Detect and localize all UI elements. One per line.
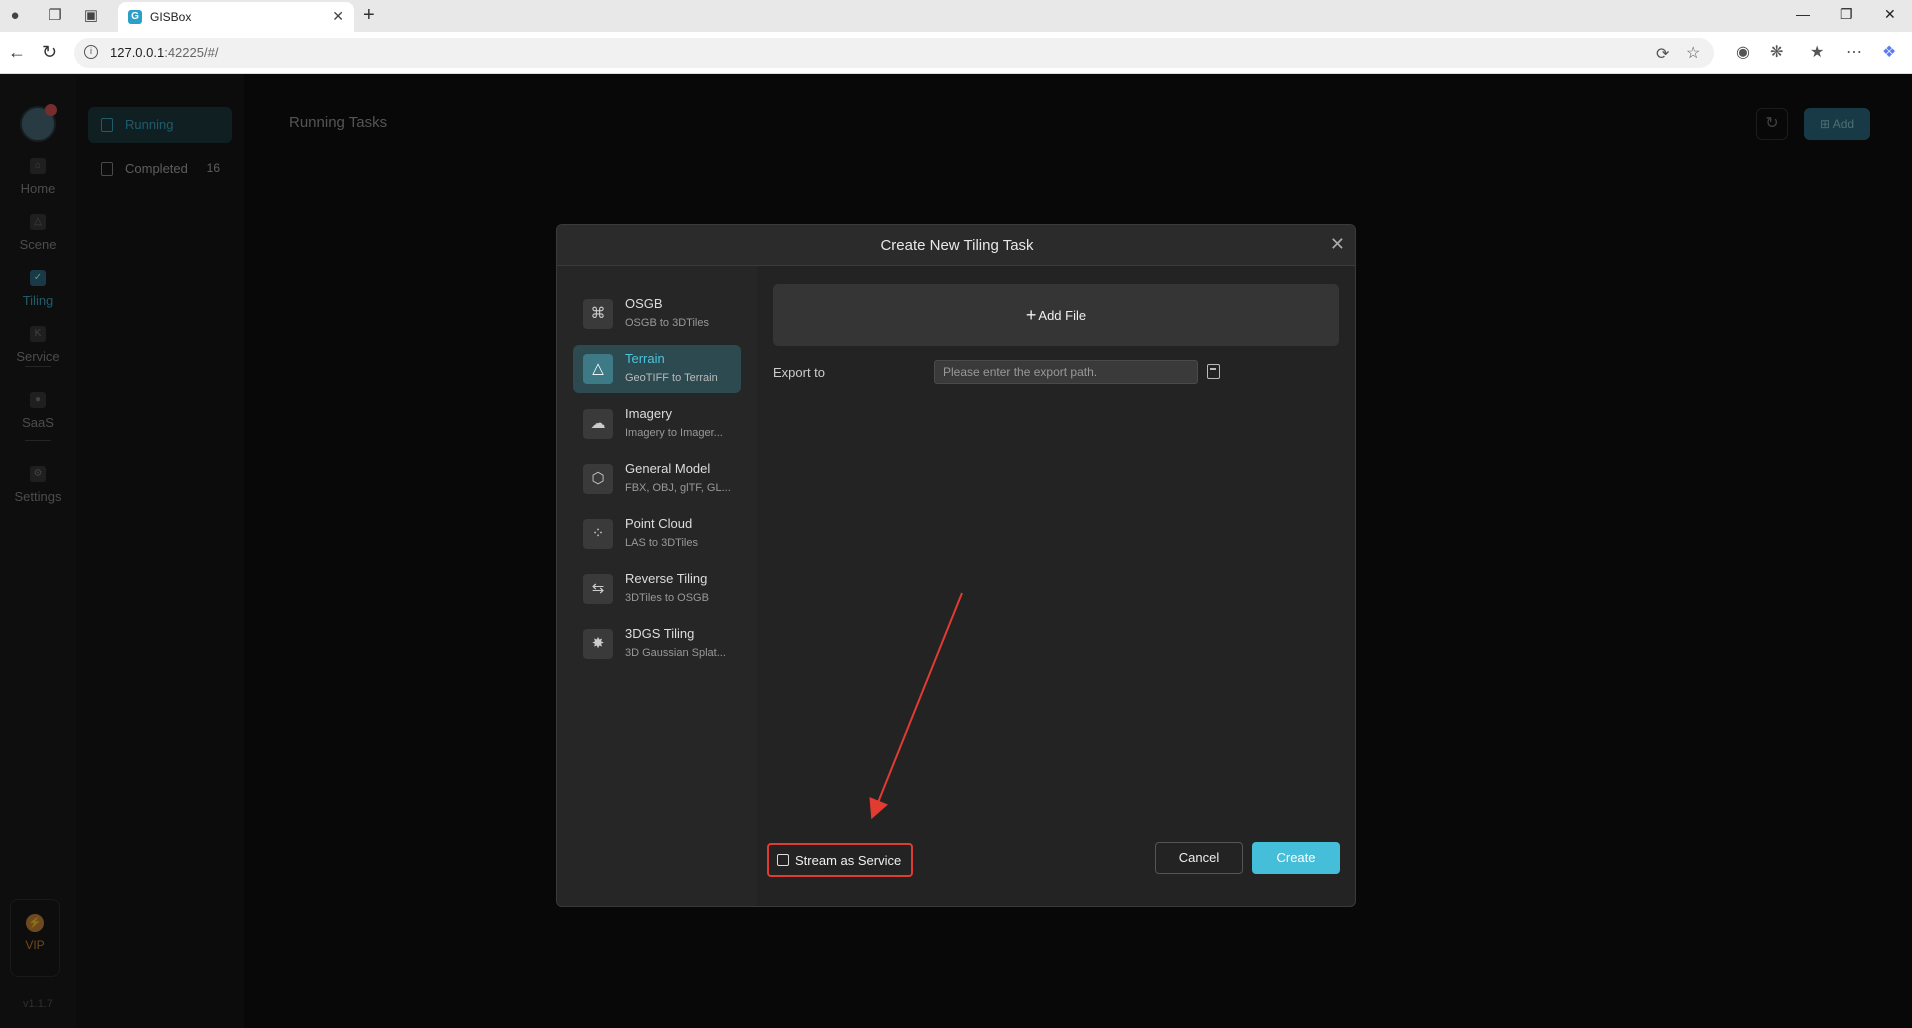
browser-tab-bar: ● ❐ ▣ G GISBox ✕ + — ❐ ✕ [0, 0, 1912, 32]
type-item-terrain[interactable]: △ Terrain GeoTIFF to Terrain [573, 345, 741, 393]
type-desc: GeoTIFF to Terrain [625, 372, 718, 384]
extension-green-icon[interactable]: ◉ [1736, 42, 1750, 62]
gaussian-icon: ✸ [583, 629, 613, 659]
window-close-icon[interactable]: ✕ [1884, 6, 1896, 23]
type-item-3dgs-tiling[interactable]: ✸ 3DGS Tiling 3D Gaussian Splat... [573, 620, 741, 668]
create-tiling-task-dialog: Create New Tiling Task ✕ ⌘ OSGB OSGB to … [556, 224, 1356, 907]
type-item-imagery[interactable]: ☁ Imagery Imagery to Imager... [573, 400, 741, 448]
type-item-osgb[interactable]: ⌘ OSGB OSGB to 3DTiles [573, 290, 741, 338]
browser-tab[interactable]: G GISBox ✕ [118, 2, 354, 32]
stream-as-service-label[interactable]: Stream as Service [795, 853, 901, 868]
dialog-title: Create New Tiling Task [880, 237, 1034, 254]
reload-icon[interactable]: ↻ [42, 42, 57, 63]
imagery-icon: ☁ [583, 409, 613, 439]
folder-browse-icon[interactable] [1207, 364, 1220, 379]
extensions-icon[interactable]: ❋ [1770, 42, 1783, 62]
type-item-point-cloud[interactable]: ⁘ Point Cloud LAS to 3DTiles [573, 510, 741, 558]
add-file-label: Add File [1038, 308, 1087, 323]
type-name: Imagery [625, 406, 672, 421]
type-desc: FBX, OBJ, glTF, GL... [625, 482, 731, 494]
new-tab-icon[interactable]: + [363, 4, 375, 27]
type-desc: LAS to 3DTiles [625, 537, 698, 549]
stream-as-service-checkbox[interactable] [777, 854, 789, 866]
translate-icon[interactable]: ⟳ [1656, 44, 1669, 64]
tab-close-icon[interactable]: ✕ [332, 8, 344, 25]
type-desc: Imagery to Imager... [625, 427, 723, 439]
type-name: Terrain [625, 351, 665, 366]
plus-icon: + [1025, 305, 1037, 325]
type-item-general-model[interactable]: ⬡ General Model FBX, OBJ, glTF, GL... [573, 455, 741, 503]
type-name: Point Cloud [625, 516, 693, 531]
profile-icon[interactable]: ● [4, 5, 26, 27]
dialog-header: Create New Tiling Task ✕ [557, 225, 1355, 266]
terrain-icon: △ [583, 354, 613, 384]
add-file-button[interactable]: + Add File [773, 284, 1339, 346]
type-name: General Model [625, 461, 711, 476]
type-desc: OSGB to 3DTiles [625, 317, 709, 329]
site-info-icon[interactable]: i [84, 45, 98, 59]
favorite-star-icon[interactable]: ☆ [1686, 43, 1700, 63]
back-icon[interactable]: ← [8, 42, 26, 63]
type-name: OSGB [625, 296, 663, 311]
osgb-icon: ⌘ [583, 299, 613, 329]
reverse-icon: ⇆ [583, 574, 613, 604]
stream-as-service-highlight: Stream as Service [767, 843, 913, 877]
restore-icon[interactable]: ❐ [1840, 6, 1853, 23]
export-to-label: Export to [773, 365, 826, 380]
tab-actions-icon[interactable]: ▣ [80, 5, 102, 27]
cancel-button[interactable]: Cancel [1155, 842, 1243, 874]
tab-title: GISBox [150, 10, 192, 24]
type-name: Reverse Tiling [625, 571, 708, 586]
cube-icon: ⬡ [583, 464, 613, 494]
minimize-icon[interactable]: — [1796, 6, 1810, 22]
gisbox-favicon-icon: G [128, 10, 142, 24]
address-bar-row: ← ↻ i 127.0.0.1:42225/#/ ⟳ ☆ ◉ ❋ ★ ⋯ ❖ [0, 32, 1912, 74]
dialog-close-icon[interactable]: ✕ [1330, 234, 1345, 255]
export-path-input[interactable] [934, 360, 1198, 384]
copilot-icon[interactable]: ❖ [1882, 42, 1896, 62]
type-desc: 3D Gaussian Splat... [625, 647, 726, 659]
tiling-type-list: ⌘ OSGB OSGB to 3DTiles △ Terrain GeoTIFF… [557, 266, 757, 906]
url-field[interactable]: i 127.0.0.1:42225/#/ ⟳ ☆ [74, 38, 1714, 68]
type-name: 3DGS Tiling [625, 626, 695, 641]
create-button[interactable]: Create [1252, 842, 1340, 874]
point-cloud-icon: ⁘ [583, 519, 613, 549]
type-item-reverse-tiling[interactable]: ⇆ Reverse Tiling 3DTiles to OSGB [573, 565, 741, 613]
type-desc: 3DTiles to OSGB [625, 592, 709, 604]
url-text: 127.0.0.1:42225/#/ [110, 45, 219, 60]
workspaces-icon[interactable]: ❐ [44, 5, 66, 27]
more-menu-icon[interactable]: ⋯ [1846, 42, 1862, 62]
favorites-icon[interactable]: ★ [1810, 42, 1824, 62]
